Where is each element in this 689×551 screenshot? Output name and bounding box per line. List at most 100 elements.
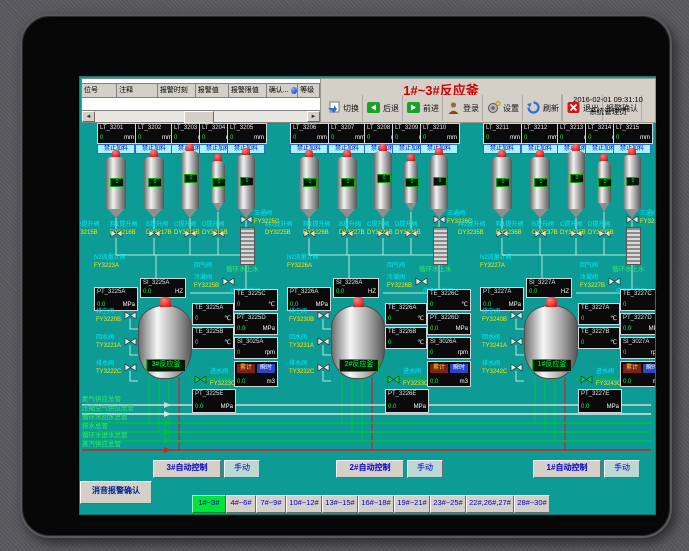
side-valve-3-0[interactable] [124,311,137,320]
flow-meter-tag: FY3226A [287,263,312,270]
three-way-valve-1[interactable] [626,215,639,224]
side-valve-1-1[interactable] [510,337,523,346]
totalizer-instant-button[interactable]: 瞬时 [257,364,275,373]
scada-screen: 位号注释报警时刻报警值报警限值确认...等级 ◄ ► 1#~3#反应釜 切换后退… [79,76,656,515]
reactor-nav-button-5[interactable]: 16#~18# [358,495,394,513]
alarm-column-5[interactable]: 确认... [267,84,298,97]
three-way-valve-name: 三通阀 [447,211,465,218]
side-valve-tag: FY3230B [289,317,314,324]
reactor-nav-button-0[interactable]: 1#~3# [192,495,226,513]
cond-valve-2[interactable] [415,277,428,286]
temp-indicator-3-1: TE_3225B0℃ [192,327,234,349]
cond-valve-name: 冷凝阀 [387,275,405,282]
totalizer-total-button[interactable]: 累计 [430,364,448,373]
auto-control-button-3[interactable]: 3#自动控制 [153,460,221,478]
reactor-nav-button-9[interactable]: 28#~30# [514,495,550,513]
login-icon [446,101,461,116]
auto-control-button-2[interactable]: 2#自动控制 [336,460,404,478]
devices-layer: LT_32010mm禁止加料0料2提升阀DY3215BLT_32020mm禁止加… [80,123,655,514]
side-valve-3-2[interactable] [124,363,137,372]
feed-valve-name: D提升阀 [588,222,610,229]
tank-display: 0 [377,174,391,183]
level-indicator-3-0: LT_32010mm [97,123,137,144]
side-valve-3-1[interactable] [124,337,137,346]
pressure-indicator-2: PT_3226A0.0MPa [287,287,331,311]
alarm-table-scrollbar[interactable]: ◄ ► [82,110,320,122]
login-button[interactable]: 登录 [443,95,483,121]
right-indicator-2-1: PT_3226D0.0MPa [427,313,471,335]
inlet-valve-3[interactable] [194,375,207,384]
back-button[interactable]: 后退 [363,95,403,121]
feed-valve-tag: DY3217B [146,230,172,237]
cond-valve-3[interactable] [222,277,235,286]
mode-button-1[interactable]: 手动 [604,460,640,478]
scroll-right-button[interactable]: ► [307,111,320,122]
switch-button[interactable]: 切换 [323,95,363,121]
scroll-left-button[interactable]: ◄ [82,111,95,122]
settings-button[interactable]: 设置 [483,95,523,121]
tank-display: 0 [341,178,355,187]
three-way-valve-name: 三通阀 [640,211,655,218]
temp-indicator-2-1: TE_3226B0℃ [385,327,427,349]
side-valve-2-0[interactable] [317,311,330,320]
cond-valve-1[interactable] [608,277,621,286]
mode-button-3[interactable]: 手动 [224,460,260,478]
reactor-nav-button-2[interactable]: 7#~9# [256,495,286,513]
manifold-label-0: 氮气供应总管 [82,396,121,404]
three-way-valve-3[interactable] [240,215,253,224]
totalizer-total-button[interactable]: 累计 [237,364,255,373]
feed-tank-3-2: 0 [181,151,199,209]
tank-cap [214,154,222,161]
side-valve-2-2[interactable] [317,363,330,372]
alarm-column-6[interactable]: 等级 [298,84,320,97]
tank-cap [150,150,158,157]
right-indicator-1-0: TE_3227C0℃ [620,289,655,311]
totalizer-total-button[interactable]: 累计 [623,364,641,373]
refresh-button[interactable]: 刷新 [523,95,563,121]
forward-button[interactable]: 前进 [403,95,443,121]
reactor-nav-button-1[interactable]: 4#~6# [226,495,256,513]
feed-tank-2-0: 0 [299,157,319,209]
manifold-label-3: 排水总管 [82,423,108,431]
side-valve-2-1[interactable] [317,337,330,346]
reactor-cap [160,297,171,307]
reactor-nav-button-6[interactable]: 19#~21# [394,495,430,513]
totalizer-instant-button[interactable]: 瞬时 [643,364,655,373]
feed-tank-1-1: 0 [530,157,550,209]
side-valve-name: 排水阀 [96,361,114,368]
mode-button-2[interactable]: 手动 [407,460,443,478]
totalizer-instant-button[interactable]: 瞬时 [450,364,468,373]
auto-control-button-1[interactable]: 1#自动控制 [533,460,601,478]
reactor-nav-button-4[interactable]: 13#~15# [322,495,358,513]
tank-display: 0 [626,177,640,186]
temp-indicator-1-1: TE_3227B0℃ [578,327,620,349]
reactor-nav-button-8[interactable]: 22#,26#,27# [466,495,514,513]
alarm-column-2[interactable]: 报警时刻 [158,84,196,97]
pressure-indicator-3: PT_3225A0.0MPa [94,287,138,311]
tank-cap [112,150,120,157]
alarm-column-4[interactable]: 报警限值 [229,84,267,97]
inlet-valve-1[interactable] [580,375,593,384]
side-valve-1-0[interactable] [510,311,523,320]
flow-meter-name: N2流量计阀 [287,255,319,262]
scroll-track[interactable] [95,111,307,122]
tank-funnel [146,209,162,218]
flow-meter-tag: FY3227A [480,263,505,270]
tank-display: 0 [148,178,162,187]
three-way-valve-2[interactable] [433,215,446,224]
settings-icon [486,101,501,116]
condenser-2 [433,227,448,265]
side-valve-1-2[interactable] [510,363,523,372]
reactor-nav-button-3[interactable]: 10#~12# [286,495,322,513]
alarm-column-3[interactable]: 报警值 [196,84,229,97]
right-indicator-1-2: SI_3027A0rpm [620,337,655,359]
right-indicator-2-0: TE_3226C0℃ [427,289,471,311]
inlet-valve-2[interactable] [387,375,400,384]
reactor-nav-button-7[interactable]: 23#~25# [430,495,466,513]
temp-indicator-3-0: TE_3225A0℃ [192,303,234,325]
alarm-column-0[interactable]: 位号 [82,84,117,97]
alarm-column-1[interactable]: 注释 [117,84,158,97]
side-valve-name: 排水阀 [482,361,500,368]
mute-alarm-button[interactable]: 消音报警确认 [80,481,152,504]
top-band: 位号注释报警时刻报警值报警限值确认...等级 ◄ ► 1#~3#反应釜 切换后退… [80,77,655,122]
